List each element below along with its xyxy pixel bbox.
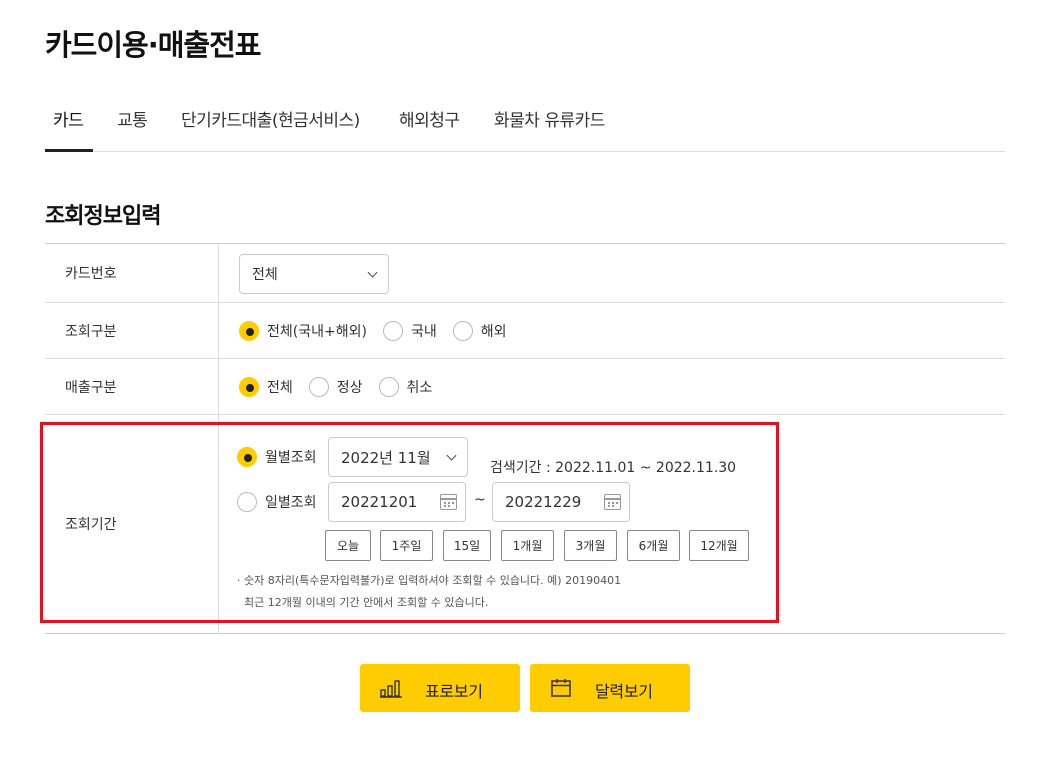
card-number-select[interactable]: 전체	[239, 254, 389, 294]
page-title: 카드이용·매출전표	[45, 28, 261, 62]
tab-truck-fuel-card[interactable]: 화물차 유류카드	[494, 106, 605, 131]
radio-label: 취소	[406, 380, 433, 396]
section-title: 조회정보입력	[45, 204, 161, 229]
tab-card[interactable]: 카드	[53, 106, 84, 131]
radio-sales-normal[interactable]: 정상	[308, 377, 363, 397]
radio-domestic-overseas[interactable]: 전체(국내+해외)	[239, 321, 367, 341]
row-divider	[45, 358, 1005, 359]
radio-checked-icon	[239, 377, 259, 397]
row-divider	[45, 302, 1005, 303]
radio-domestic[interactable]: 국내	[382, 321, 437, 341]
radio-overseas[interactable]: 해외	[452, 321, 507, 341]
active-tab-indicator	[45, 149, 93, 152]
radio-unchecked-icon	[382, 321, 403, 341]
radio-unchecked-icon	[378, 377, 399, 397]
card-number-selected: 전체	[252, 267, 278, 283]
radio-label: 전체	[267, 380, 293, 396]
query-type-radio-group: 전체(국내+해외) 국내 해외	[239, 321, 522, 341]
sales-type-radio-group: 전체 정상 취소	[239, 377, 448, 397]
row-divider	[45, 414, 1005, 415]
highlight-box	[40, 422, 779, 623]
chevron-down-icon	[367, 267, 378, 278]
tab-overseas-billing[interactable]: 해외청구	[399, 106, 460, 131]
query-type-label: 조회구분	[65, 324, 117, 340]
radio-label: 해외	[480, 324, 507, 340]
radio-label: 정상	[336, 380, 363, 396]
radio-sales-all[interactable]: 전체	[239, 377, 293, 397]
calendar-view-label: 달력보기	[595, 682, 653, 701]
sales-type-label: 매출구분	[65, 380, 117, 396]
radio-checked-icon	[239, 321, 259, 341]
radio-label: 전체(국내+해외)	[267, 324, 367, 340]
table-view-button[interactable]: 표로보기	[360, 664, 520, 712]
radio-sales-cancel[interactable]: 취소	[378, 377, 433, 397]
radio-unchecked-icon	[308, 377, 329, 397]
calendar-icon	[551, 679, 571, 697]
radio-label: 국내	[410, 324, 437, 340]
card-number-label: 카드번호	[65, 266, 117, 282]
tab-bar: 카드 교통 단기카드대출(현금서비스) 해외청구 화물차 유류카드	[45, 96, 1005, 152]
table-view-label: 표로보기	[425, 682, 483, 701]
tab-transport[interactable]: 교통	[117, 106, 148, 131]
bar-chart-icon	[380, 680, 402, 698]
tab-short-term-loan[interactable]: 단기카드대출(현금서비스)	[181, 106, 360, 131]
calendar-view-button[interactable]: 달력보기	[530, 664, 690, 712]
radio-unchecked-icon	[452, 321, 473, 341]
